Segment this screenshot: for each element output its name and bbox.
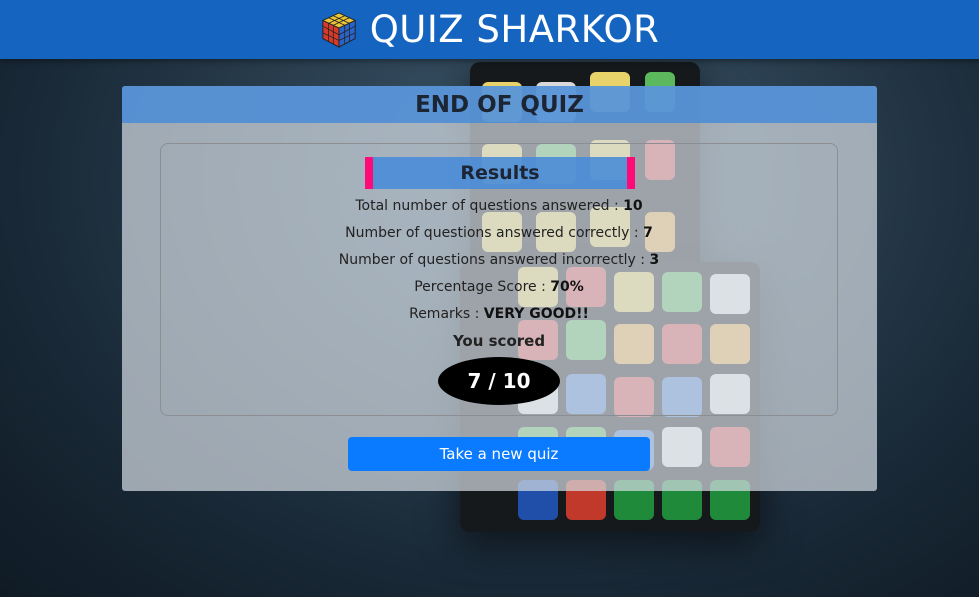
page-title: END OF QUIZ [415,91,584,118]
stat-label: Percentage Score : [414,279,551,295]
stat-label: Number of questions answered correctly : [345,225,644,241]
end-of-quiz-card: END OF QUIZ Results Total number of ques… [122,86,877,491]
stat-value: 10 [623,198,643,214]
stat-value: VERY GOOD!! [483,306,589,322]
stat-value: 70% [550,279,584,295]
stat-correct: Number of questions answered correctly :… [161,225,837,241]
stat-incorrect: Number of questions answered incorrectly… [161,252,837,268]
rubiks-cube-icon [321,11,356,48]
results-panel: Results Total number of questions answer… [160,143,838,416]
stat-percentage: Percentage Score : 70% [161,279,837,295]
stat-total-answered: Total number of questions answered : 10 [161,198,837,214]
card-header: END OF QUIZ [122,86,877,123]
results-heading: Results [365,157,635,189]
stat-remarks: Remarks : VERY GOOD!! [161,306,837,322]
stat-value: 3 [649,252,660,268]
app-title: QUIZ SHARKOR [369,8,660,51]
stat-label: Total number of questions answered : [355,198,624,214]
stat-label: Remarks : [409,306,484,322]
you-scored-label: You scored [452,332,546,350]
app-header: QUIZ SHARKOR [0,0,979,59]
score-badge: 7 / 10 [438,357,560,405]
stat-label: Number of questions answered incorrectly… [338,252,650,268]
results-heading-label: Results [460,162,540,184]
take-new-quiz-button[interactable]: Take a new quiz [348,437,650,471]
stat-value: 7 [643,225,653,241]
